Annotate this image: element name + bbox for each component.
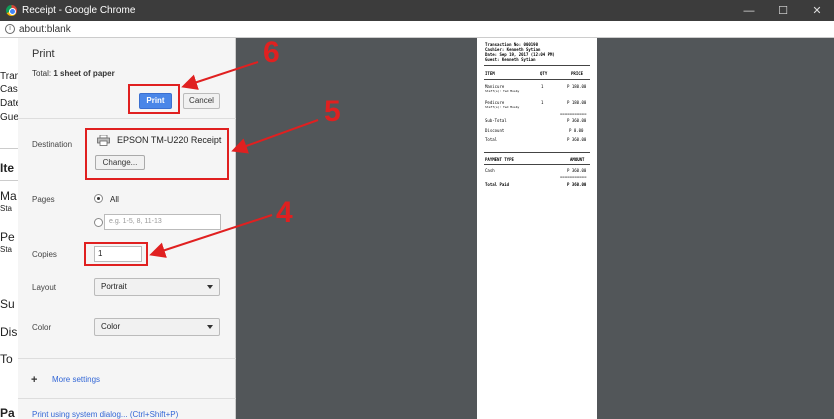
bg-text: Su — [0, 297, 15, 311]
receipt-col-qty: QTY — [540, 71, 548, 76]
plus-icon[interactable]: + — [31, 374, 37, 386]
color-select-value: Color — [101, 322, 121, 331]
bg-text: Gue — [0, 112, 18, 123]
bg-text: Pe — [0, 230, 15, 244]
print-settings-panel: Print Total: 1 sheet of paper Print Canc… — [18, 38, 236, 419]
chevron-down-icon — [207, 285, 213, 289]
destination-label: Destination — [32, 140, 73, 149]
receipt-item-price: P 180.00 — [567, 84, 587, 89]
bg-text: Date — [0, 98, 18, 109]
bg-text: Tran — [0, 71, 18, 82]
receipt-item-price: P 180.00 — [567, 100, 587, 105]
address-bar[interactable]: i about:blank — [0, 21, 834, 38]
layout-select-value: Portrait — [101, 282, 127, 291]
receipt-header-line: Guest: Kenneth Sytian — [485, 57, 536, 62]
bg-text: Sta — [0, 245, 13, 254]
bg-text: Ite — [0, 161, 15, 175]
info-icon[interactable]: i — [5, 24, 15, 34]
layout-label: Layout — [32, 283, 57, 292]
copies-label: Copies — [32, 250, 57, 259]
system-dialog-link[interactable]: Print using system dialog... (Ctrl+Shift… — [32, 410, 178, 419]
receipt-discount-label: Discount — [485, 128, 505, 133]
receipt-col-item: ITEM — [485, 71, 495, 76]
chevron-down-icon — [207, 325, 213, 329]
background-page: Tran Cas Date Gue Ite Ma Sta Pe Sta Su D… — [0, 38, 18, 419]
annotation-step-4: 4 — [276, 196, 293, 229]
receipt-item-qty: 1 — [541, 100, 544, 105]
receipt-discount-value: P 0.00 — [569, 128, 584, 133]
receipt-payment-method: Cash — [485, 168, 495, 173]
pages-label: Pages — [32, 195, 55, 204]
pages-all-radio[interactable] — [94, 194, 103, 203]
summary-value: 1 sheet of paper — [53, 69, 115, 78]
receipt-payment-type-label: PAYMENT TYPE — [485, 157, 514, 162]
pages-custom-input[interactable]: e.g. 1-5, 8, 11-13 — [104, 214, 221, 230]
address-url[interactable]: about:blank — [19, 24, 71, 35]
divider — [18, 358, 236, 359]
receipt-item-staff: Staff(s): Ted Mosby — [485, 89, 520, 93]
receipt-subtotal-label: Sub-Total — [485, 118, 507, 123]
print-heading: Print — [32, 48, 55, 60]
receipt-total-paid-label: Total Paid — [485, 182, 510, 187]
receipt-amount-label: AMOUNT — [570, 157, 585, 162]
destination-highlight — [85, 128, 229, 180]
copies-highlight — [84, 242, 148, 266]
receipt-payment-amount: P 360.00 — [567, 168, 587, 173]
cancel-button[interactable]: Cancel — [183, 93, 220, 109]
window-titlebar: Receipt - Google Chrome — ☐ ✕ — [0, 0, 834, 21]
minimize-button[interactable]: — — [732, 5, 766, 17]
chrome-logo-icon — [6, 5, 17, 16]
print-button-highlight — [128, 84, 180, 114]
pages-all-label: All — [110, 195, 119, 204]
more-settings-link[interactable]: More settings — [52, 375, 100, 384]
receipt-preview-page: Transaction No: 000190 Cashier: Kenneth … — [477, 38, 597, 419]
close-button[interactable]: ✕ — [800, 4, 834, 17]
color-select[interactable]: Color — [94, 318, 220, 336]
layout-select[interactable]: Portrait — [94, 278, 220, 296]
receipt-col-price: PRICE — [571, 71, 584, 76]
bg-text: Sta — [0, 204, 13, 213]
divider — [18, 398, 236, 399]
summary-prefix: Total: — [32, 69, 52, 78]
receipt-item-qty: 1 — [541, 84, 544, 89]
annotation-step-5: 5 — [324, 95, 341, 128]
bg-text: Dis — [0, 325, 18, 339]
receipt-total-value: P 360.00 — [567, 137, 587, 142]
color-label: Color — [32, 323, 52, 332]
divider — [18, 118, 236, 119]
bg-text: To — [0, 352, 13, 366]
annotation-step-6: 6 — [263, 36, 280, 69]
bg-text: Cas — [0, 84, 18, 95]
print-summary: Total: 1 sheet of paper — [32, 69, 115, 78]
window-title: Receipt - Google Chrome — [22, 5, 136, 16]
receipt-subtotal-value: P 360.00 — [567, 118, 587, 123]
receipt-total-label: Total — [485, 137, 498, 142]
receipt-separator: =========== — [560, 111, 587, 116]
receipt-item-staff: Staff(s): Ted Mosby — [485, 105, 520, 109]
bg-text: Ma — [0, 189, 17, 203]
maximize-button[interactable]: ☐ — [766, 4, 800, 17]
bg-text: Pa — [0, 406, 15, 419]
pages-custom-radio[interactable] — [94, 218, 103, 227]
receipt-total-paid-value: P 360.00 — [567, 182, 587, 187]
receipt-separator: =========== — [560, 174, 587, 179]
